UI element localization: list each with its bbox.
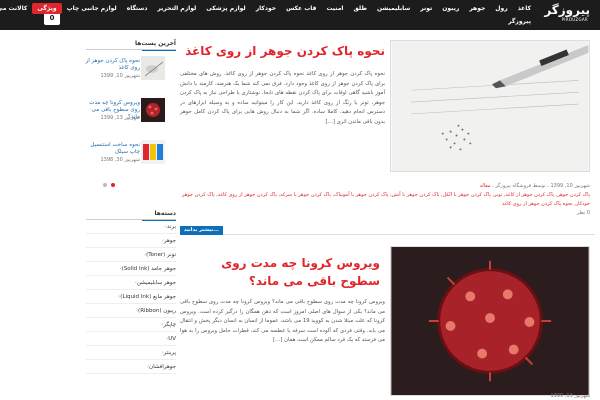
- recent-post-title[interactable]: نحوه ساخت استنسیل چاپ سیلک: [82, 142, 140, 156]
- category-label: جوهر مایع (Liquid Ink): [120, 294, 176, 300]
- menu-item[interactable]: کالانت می: [0, 3, 32, 14]
- recent-post-date: شهریور 30, 1398: [100, 157, 140, 163]
- categories-title: دسته‌ها: [86, 210, 176, 220]
- menu-item[interactable]: قاب عکس: [281, 3, 321, 14]
- category-item[interactable]: برند›: [86, 220, 176, 234]
- menu-row-2: پیروزگر: [503, 16, 536, 27]
- menu-item[interactable]: ریبون: [437, 3, 464, 14]
- slider-dot[interactable]: [103, 183, 107, 187]
- category-label: چاپگر: [163, 322, 176, 328]
- menu-item[interactable]: دستگاه: [122, 3, 153, 14]
- menu-item[interactable]: کاغذ: [513, 3, 536, 14]
- category-item[interactable]: جوهر سابلیمیشن›: [86, 276, 176, 290]
- category-item[interactable]: جوهر جامد (Solid Ink)›: [86, 262, 176, 276]
- recent-post-item[interactable]: نحوه ساخت استنسیل چاپ سیلک شهریور 30, 13…: [86, 140, 176, 182]
- post-featured-image[interactable]: [390, 40, 590, 172]
- readmore-button[interactable]: بیشتر بدانید...: [180, 226, 223, 235]
- category-label: UV: [168, 336, 176, 342]
- menu-item[interactable]: لوازم جانبی چاپ: [62, 3, 122, 14]
- category-item[interactable]: UV›: [86, 332, 176, 346]
- category-label: برند: [167, 224, 176, 230]
- post-excerpt: ویروس کرونا چه مدت روی سطوح باقی می ماند…: [180, 299, 385, 343]
- category-item[interactable]: چاپگر›: [86, 318, 176, 332]
- category-label: جوهر سابلیمیشن: [136, 280, 176, 286]
- recent-post-item[interactable]: ویروس کرونا چه مدت روی سطوح باقی می ماند…: [86, 98, 176, 140]
- category-item[interactable]: پرینتر›: [86, 346, 176, 360]
- category-label: جوهر جامد (Solid Ink): [121, 266, 176, 272]
- post-title[interactable]: نحوه پاک کردن جوهر از روی کاغذ: [180, 42, 385, 60]
- title-underline: [142, 220, 176, 221]
- recent-post-thumbnail[interactable]: [141, 56, 165, 80]
- categories-widget: دسته‌ها برند› جوهر› تونر (Toner)› جوهر جامد…: [86, 210, 176, 374]
- readmore-row: بیشتر بدانید...: [180, 226, 595, 235]
- recent-posts-title: آخرین پست‌ها: [86, 40, 176, 50]
- categories-list: برند› جوهر› تونر (Toner)› جوهر جامد (Solid …: [86, 220, 176, 374]
- category-item[interactable]: تونر (Toner)›: [86, 248, 176, 262]
- post-featured-image[interactable]: [390, 246, 590, 396]
- slider-dot-active[interactable]: [111, 183, 115, 187]
- menu-item[interactable]: لوازم پزشکی: [201, 3, 250, 14]
- recent-post-date: شهریور 13, 1399: [100, 115, 140, 121]
- category-item[interactable]: جوهر›: [86, 234, 176, 248]
- menu-item[interactable]: جوهر: [464, 3, 490, 14]
- recent-post-item[interactable]: نحوه پاک کردن جوهر از روی کاغذ شهریور 10…: [86, 56, 176, 98]
- post-tags[interactable]: پاک کردن جوهر, پاک کردن جوهر از کاغذ, تو…: [182, 192, 590, 207]
- category-item[interactable]: جوهر مایع (Liquid Ink)›: [86, 290, 176, 304]
- logo-text: پیروزگر: [544, 3, 590, 17]
- sidebar: آخرین پست‌ها نحوه پاک کردن جوهر از روی ک…: [86, 40, 176, 182]
- menu-item[interactable]: ویژگی: [32, 3, 62, 14]
- menu-item[interactable]: امنیت: [321, 3, 348, 14]
- menu-item[interactable]: پیروزگر: [503, 16, 536, 27]
- recent-post-title[interactable]: نحوه پاک کردن جوهر از روی کاغذ: [82, 58, 140, 72]
- post-meta: شهریور 10, 1399 ، توسط فروشگاه پیروزگر ،…: [181, 183, 590, 216]
- menu-row-1: کاغذ رول جوهر ریبون تونر سابلیمیشن طلق امنیت قاب…: [0, 3, 536, 14]
- recent-post-thumbnail[interactable]: [141, 98, 165, 122]
- category-label: ریبون (Ribbon): [138, 308, 176, 314]
- post-comments[interactable]: 0 نظر: [577, 210, 590, 216]
- category-label: جوهرافشان: [149, 364, 176, 370]
- recent-post-date: شهریور 10, 1399: [100, 73, 140, 79]
- post-category[interactable]: مقاله: [480, 183, 491, 189]
- post-date: شهریور 13, 1399: [550, 393, 590, 399]
- logo-subtext: PIROUZGAR: [561, 17, 588, 22]
- menu-item[interactable]: رول: [490, 3, 512, 14]
- menu-item[interactable]: لوازم التحریر: [152, 3, 201, 14]
- category-item[interactable]: ریبون (Ribbon)›: [86, 304, 176, 318]
- post-author[interactable]: توسط فروشگاه پیروزگر: [495, 183, 545, 189]
- site-logo[interactable]: پیروزگر PIROUZGAR: [540, 3, 590, 25]
- menu-item[interactable]: سابلیمیشن: [372, 3, 415, 14]
- menu-item[interactable]: تونر: [415, 3, 437, 14]
- post-date: شهریور 10, 1399: [550, 183, 590, 189]
- main-menu: کاغذ رول جوهر ریبون تونر سابلیمیشن طلق امنیت قاب…: [0, 0, 536, 30]
- category-label: تونر (Toner): [146, 252, 176, 258]
- post-excerpt: نحوه پاک کردن جوهر از روی کاغذ نحوه پاک …: [180, 71, 385, 125]
- category-label: پرینتر: [163, 350, 176, 356]
- menu-item[interactable]: خودکار: [251, 3, 281, 14]
- category-label: جوهر: [163, 238, 176, 244]
- post-title[interactable]: ویروس کرونا چه مدت روی سطوح باقی می ماند…: [180, 254, 380, 290]
- top-navbar: 0 کاغذ رول جوهر ریبون تونر سابلیمیشن طلق امنیت ق…: [0, 0, 600, 30]
- category-item[interactable]: جوهرافشان›: [86, 360, 176, 374]
- menu-item[interactable]: طلق: [348, 3, 372, 14]
- slider-dots: [103, 183, 123, 188]
- title-underline: [142, 50, 176, 51]
- recent-post-thumbnail[interactable]: [141, 140, 165, 164]
- post-meta: شهریور 13, 1399: [180, 392, 590, 400]
